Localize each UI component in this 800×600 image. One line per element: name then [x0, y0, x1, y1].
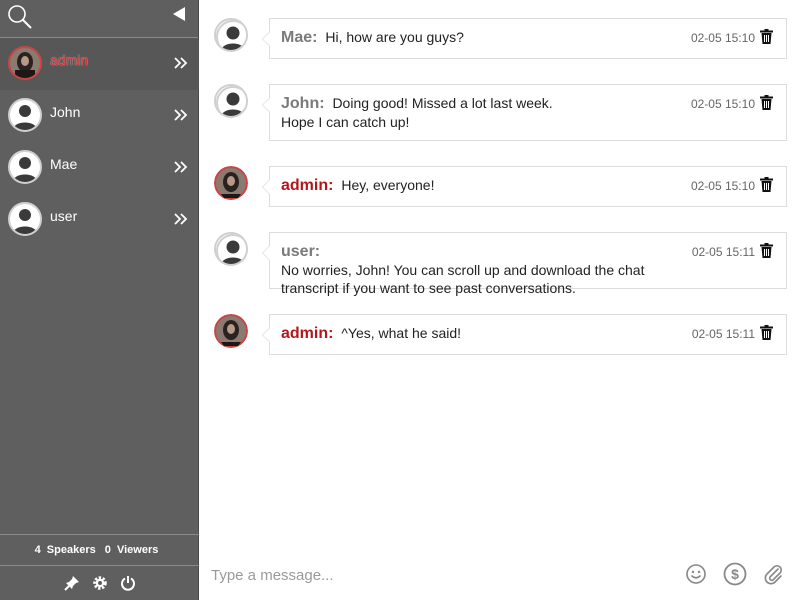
message-bubble: user: No worries, John! You can scroll u… [262, 232, 787, 296]
user-name: admin [50, 52, 89, 68]
default-user-icon [13, 209, 37, 234]
speakers-label: Speakers [46, 544, 96, 556]
trash-icon[interactable] [760, 29, 773, 44]
chevron-right-double-icon[interactable] [173, 160, 189, 174]
message-bubble: admin: Hey, everyone! 02-05 15:10 [262, 166, 787, 207]
emoji-icon[interactable] [685, 563, 707, 585]
message-text-line2: Hope I can catch up! [281, 114, 410, 130]
message-bubble: admin: ^Yes, what he said! 02-05 15:11 [262, 314, 787, 355]
avatar [214, 232, 248, 266]
message-bubble: John: Doing good! Missed a lot last week… [262, 84, 787, 141]
dollar-icon[interactable]: $ [723, 562, 747, 586]
user-name: user [50, 208, 78, 224]
message-text: ^Yes, what he said! [341, 325, 462, 341]
message-timestamp: 02-05 15:10 [690, 179, 755, 193]
user-photo-icon [10, 48, 40, 78]
chevron-right-double-icon[interactable] [173, 212, 189, 226]
search-icon[interactable] [7, 4, 33, 30]
user-photo-icon [214, 166, 248, 200]
avatar [214, 18, 248, 52]
default-user-icon [13, 105, 37, 130]
message-sender: user: [281, 243, 321, 260]
trash-icon[interactable] [760, 325, 773, 340]
message-input[interactable] [211, 562, 661, 588]
message-timestamp: 02-05 15:10 [690, 31, 755, 45]
user-name: Mae [50, 156, 78, 172]
user-list: admin John Mae user [0, 38, 199, 246]
user-photo-icon [214, 314, 248, 348]
avatar [8, 46, 42, 80]
trash-icon[interactable] [760, 177, 773, 192]
message-text: Hi, how are you guys? [325, 29, 464, 45]
avatar [8, 98, 42, 132]
message-timestamp: 02-05 15:11 [691, 327, 755, 341]
power-icon[interactable] [120, 575, 136, 591]
sidebar-footer: 4 Speakers 0 Viewers [0, 534, 199, 600]
chevron-right-double-icon[interactable] [173, 108, 189, 122]
default-user-icon [216, 86, 246, 116]
svg-text:$: $ [731, 566, 739, 582]
chevron-right-double-icon[interactable] [173, 56, 189, 70]
default-user-icon [216, 234, 246, 264]
user-item-mae[interactable]: Mae [0, 142, 199, 194]
sidebar-header [0, 0, 198, 38]
message-sender: admin: [281, 325, 334, 342]
avatar [214, 84, 248, 118]
trash-icon[interactable] [760, 95, 773, 110]
user-item-user[interactable]: user [0, 194, 199, 246]
speakers-count: 4 [34, 544, 41, 556]
message-timestamp: 02-05 15:10 [690, 97, 755, 111]
message-text-line2: transcript if you want to see past conve… [281, 280, 576, 296]
footer-toolbar [0, 566, 199, 600]
avatar [214, 314, 248, 348]
participant-counts: 4 Speakers 0 Viewers [0, 534, 199, 566]
gear-icon[interactable] [92, 575, 108, 591]
message-composer: $ [199, 548, 800, 600]
viewers-count: 0 [104, 544, 111, 556]
message-sender: John: [281, 95, 325, 112]
message-text: No worries, John! You can scroll up and … [281, 262, 645, 278]
avatar [8, 202, 42, 236]
user-item-admin[interactable]: admin [0, 38, 199, 90]
attachment-icon[interactable] [762, 563, 784, 585]
user-item-john[interactable]: John [0, 90, 199, 142]
default-user-icon [13, 157, 37, 182]
pin-icon[interactable] [63, 575, 80, 591]
message-sender: Mae: [281, 29, 318, 46]
message-text: Hey, everyone! [341, 177, 435, 193]
sidebar: admin John Mae user 4 Speakers 0 Viewers [0, 0, 199, 600]
avatar [214, 166, 248, 200]
message-text: Doing good! Missed a lot last week. [332, 95, 553, 111]
message-sender: admin: [281, 177, 334, 194]
message-timestamp: 02-05 15:11 [691, 245, 755, 259]
trash-icon[interactable] [760, 243, 773, 258]
viewers-label: Viewers [116, 544, 159, 556]
message-list: Mae: Hi, how are you guys? 02-05 15:10 J… [199, 0, 800, 548]
collapse-sidebar-icon[interactable] [172, 6, 186, 22]
default-user-icon [216, 20, 246, 50]
avatar [8, 150, 42, 184]
user-name: John [50, 104, 81, 120]
message-bubble: Mae: Hi, how are you guys? 02-05 15:10 [262, 18, 787, 59]
